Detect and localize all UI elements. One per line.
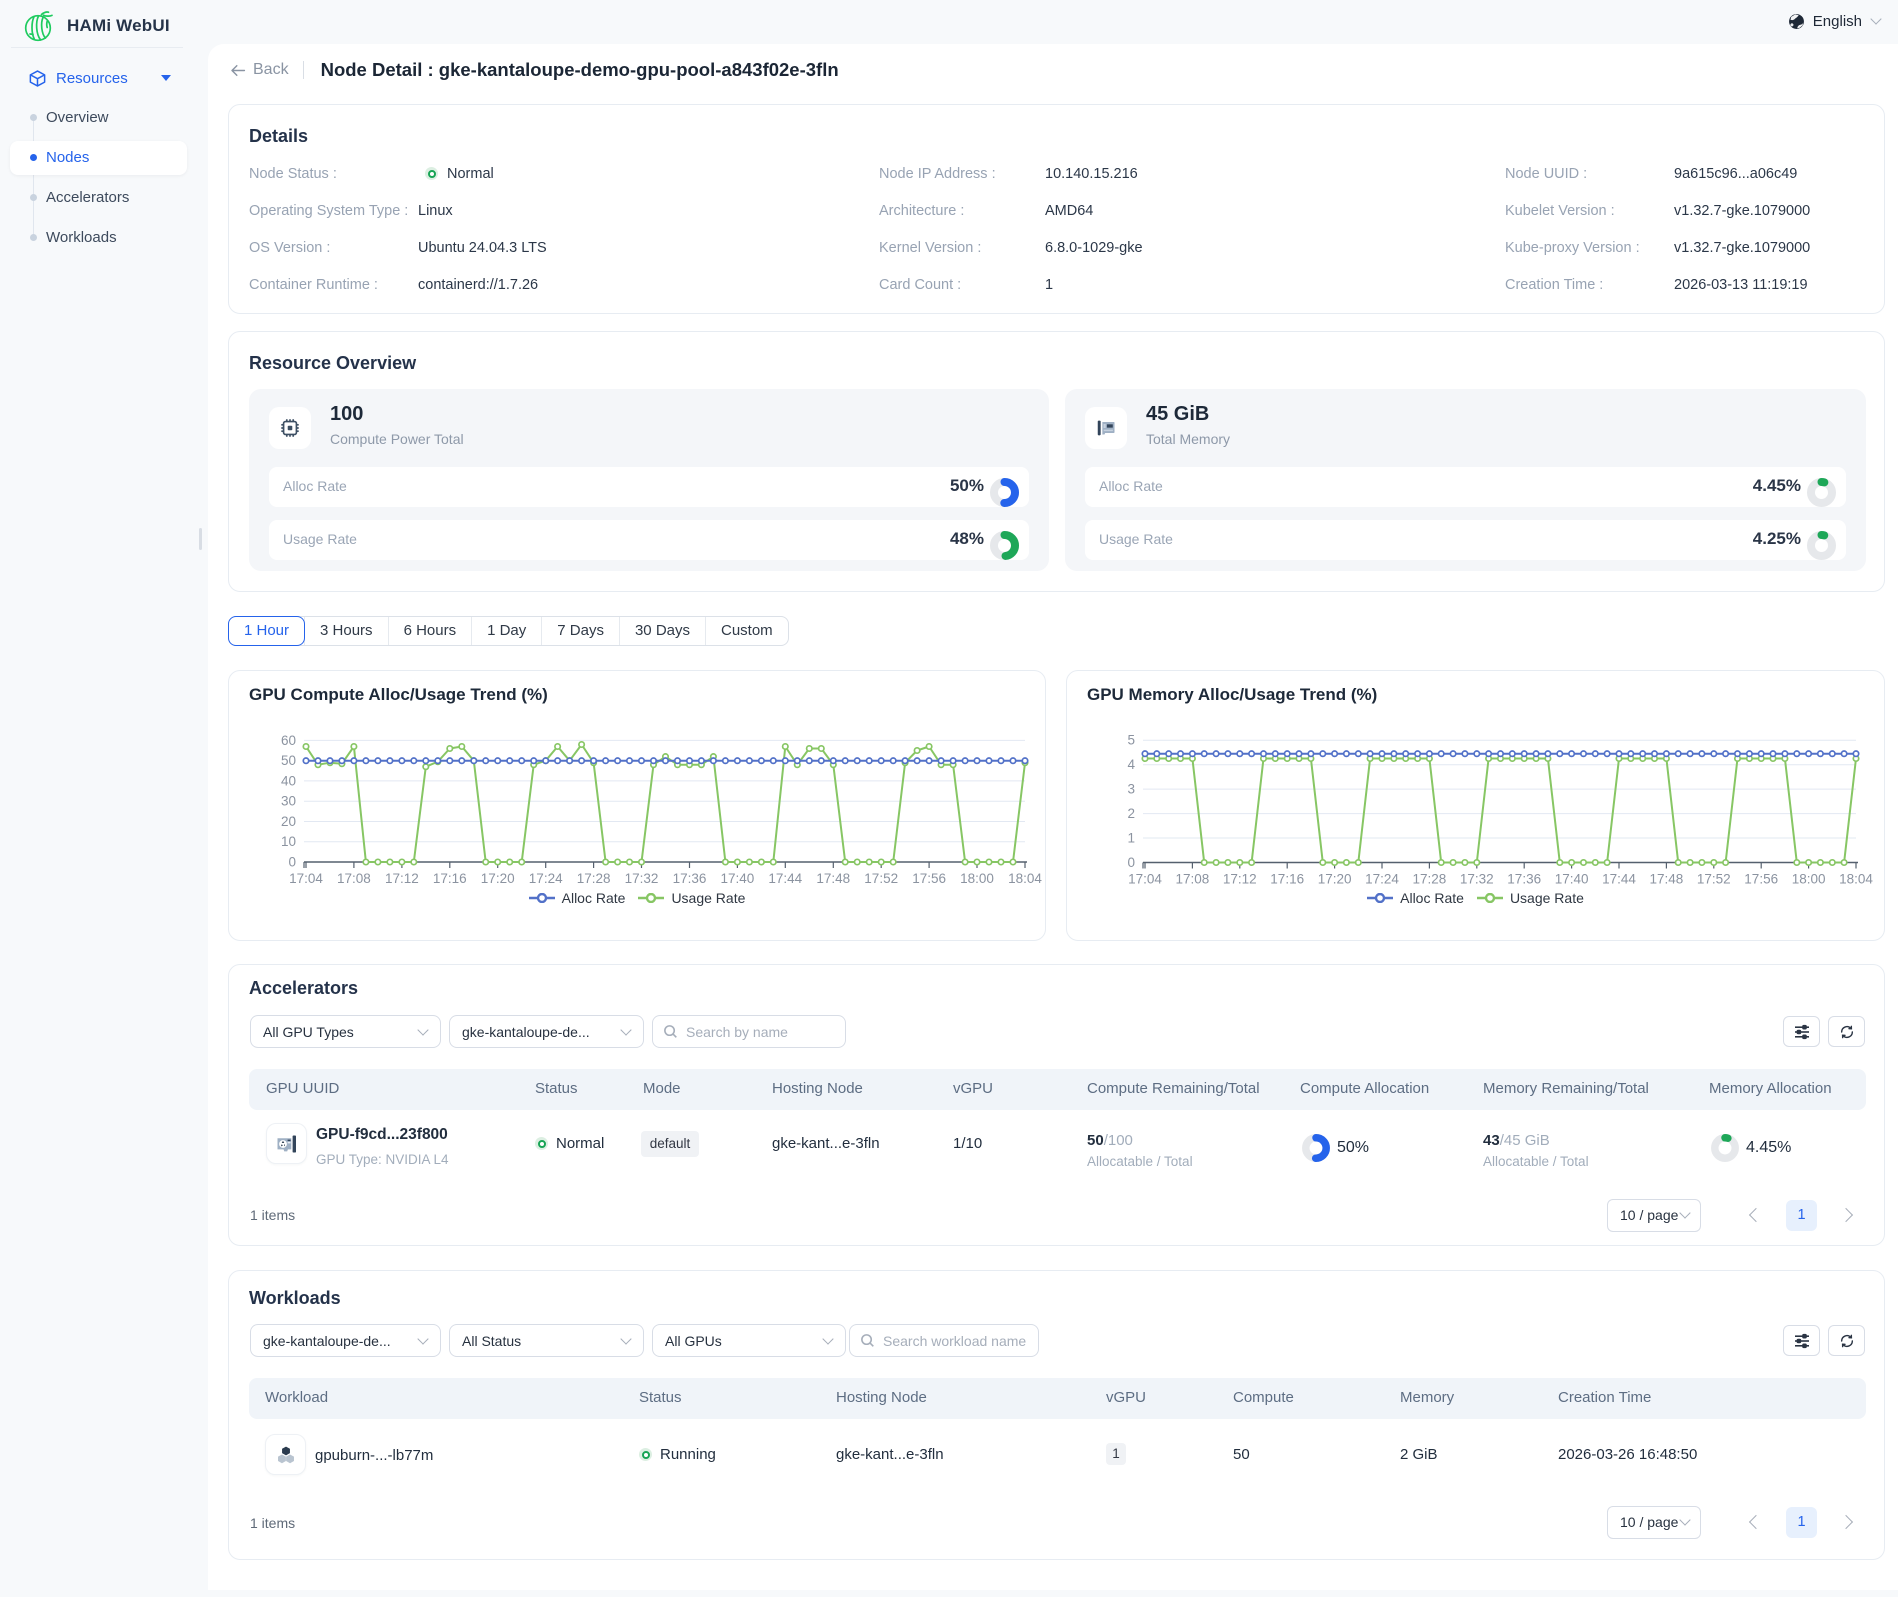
svg-text:18:00: 18:00 xyxy=(1792,872,1826,887)
svg-text:17:48: 17:48 xyxy=(816,871,850,886)
svg-text:17:40: 17:40 xyxy=(721,871,755,886)
svg-text:17:56: 17:56 xyxy=(1744,872,1778,887)
svg-text:4: 4 xyxy=(1127,757,1135,772)
svg-text:17:08: 17:08 xyxy=(1176,872,1210,887)
svg-text:3: 3 xyxy=(1127,782,1135,797)
svg-text:60: 60 xyxy=(281,733,296,748)
svg-text:17:48: 17:48 xyxy=(1650,872,1684,887)
svg-text:40: 40 xyxy=(281,773,296,788)
svg-text:18:04: 18:04 xyxy=(1008,871,1042,886)
svg-text:17:24: 17:24 xyxy=(1365,872,1399,887)
svg-text:17:52: 17:52 xyxy=(864,871,898,886)
svg-text:1: 1 xyxy=(1127,831,1135,846)
svg-text:20: 20 xyxy=(281,814,296,829)
svg-text:17:12: 17:12 xyxy=(385,871,419,886)
svg-text:17:20: 17:20 xyxy=(1318,872,1352,887)
svg-text:17:20: 17:20 xyxy=(481,871,515,886)
svg-text:17:08: 17:08 xyxy=(337,871,371,886)
svg-text:17:04: 17:04 xyxy=(289,871,323,886)
svg-text:17:12: 17:12 xyxy=(1223,872,1257,887)
svg-text:30: 30 xyxy=(281,794,296,809)
svg-text:18:04: 18:04 xyxy=(1839,872,1873,887)
svg-text:17:16: 17:16 xyxy=(433,871,467,886)
svg-text:17:16: 17:16 xyxy=(1270,872,1304,887)
svg-text:17:04: 17:04 xyxy=(1128,872,1162,887)
svg-text:17:36: 17:36 xyxy=(673,871,707,886)
svg-text:18:00: 18:00 xyxy=(960,871,994,886)
svg-text:17:28: 17:28 xyxy=(1413,872,1447,887)
svg-text:10: 10 xyxy=(281,834,296,849)
svg-text:0: 0 xyxy=(288,855,296,870)
svg-text:17:40: 17:40 xyxy=(1555,872,1589,887)
svg-text:5: 5 xyxy=(1127,733,1135,748)
svg-text:17:44: 17:44 xyxy=(1602,872,1636,887)
svg-text:17:32: 17:32 xyxy=(1460,872,1494,887)
svg-text:17:56: 17:56 xyxy=(912,871,946,886)
svg-text:2: 2 xyxy=(1127,806,1135,821)
svg-text:0: 0 xyxy=(1127,855,1135,870)
svg-text:17:52: 17:52 xyxy=(1697,872,1731,887)
svg-text:17:36: 17:36 xyxy=(1507,872,1541,887)
svg-text:50: 50 xyxy=(281,753,296,768)
svg-text:17:28: 17:28 xyxy=(577,871,611,886)
svg-text:17:32: 17:32 xyxy=(625,871,659,886)
svg-text:17:44: 17:44 xyxy=(768,871,802,886)
svg-text:17:24: 17:24 xyxy=(529,871,563,886)
